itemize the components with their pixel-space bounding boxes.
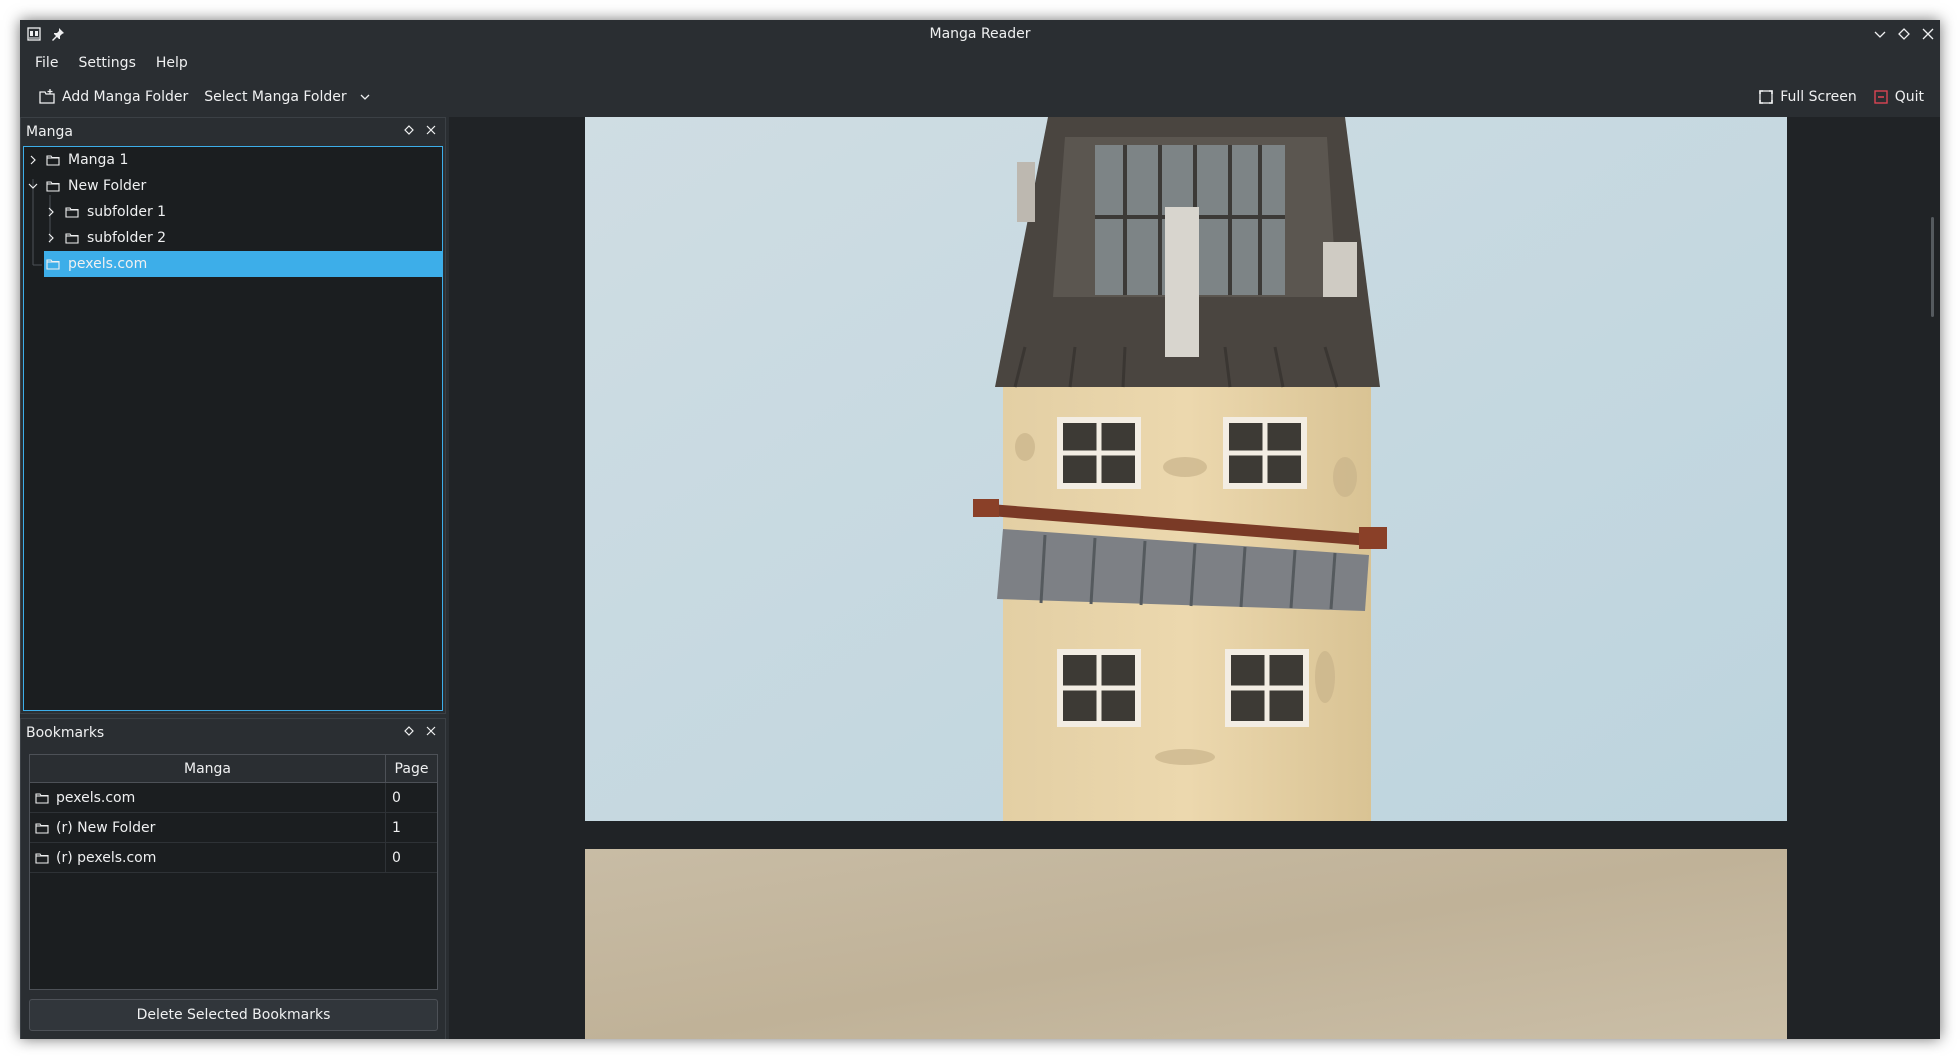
close-icon[interactable] — [425, 725, 437, 741]
window-title: Manga Reader — [929, 26, 1031, 42]
tree-item-label: subfolder 2 — [87, 230, 167, 246]
tree-item-subfolder-1[interactable]: subfolder 1 — [65, 199, 435, 225]
bookmarks-panel: Bookmarks Manga Page pexels.com 0 (r) Ne… — [20, 718, 446, 1039]
manga-panel-header[interactable]: Manga — [21, 118, 445, 146]
bookmarks-panel-header[interactable]: Bookmarks — [21, 719, 445, 747]
folder-icon — [46, 257, 60, 271]
bookmark-manga: (r) New Folder — [56, 819, 156, 836]
folder-icon — [65, 205, 79, 219]
delete-bookmarks-button[interactable]: Delete Selected Bookmarks — [29, 999, 438, 1031]
chevron-down-icon[interactable] — [28, 181, 38, 191]
menu-settings[interactable]: Settings — [68, 48, 145, 78]
table-row[interactable]: (r) pexels.com 0 — [30, 843, 437, 873]
manga-panel-title: Manga — [26, 124, 73, 140]
table-row[interactable]: (r) New Folder 1 — [30, 813, 437, 843]
bookmarks-panel-title: Bookmarks — [26, 725, 105, 741]
toolbar: Add Manga Folder Select Manga Folder Ful… — [20, 78, 1940, 116]
add-manga-folder-label: Add Manga Folder — [62, 89, 189, 105]
manga-page-viewer[interactable] — [449, 117, 1940, 1039]
menu-file[interactable]: File — [25, 48, 68, 78]
manga-page-image-next — [585, 849, 1787, 1039]
tree-item-label: subfolder 1 — [87, 204, 167, 220]
float-icon[interactable] — [403, 725, 415, 741]
chevron-right-icon[interactable] — [46, 233, 56, 243]
close-button[interactable] — [1918, 24, 1938, 44]
manga-tree[interactable]: Manga 1 New Folder subfolder 1 subfolder… — [23, 146, 443, 711]
select-manga-folder-dropdown[interactable]: Select Manga Folder — [196, 82, 378, 112]
column-header-page[interactable]: Page — [386, 755, 437, 782]
manga-page-image — [585, 117, 1787, 821]
menu-bar: File Settings Help — [20, 48, 1940, 78]
title-bar[interactable]: Manga Reader — [20, 20, 1940, 48]
folder-icon — [35, 821, 49, 835]
column-header-manga[interactable]: Manga — [30, 755, 386, 782]
bookmark-manga: pexels.com — [56, 789, 136, 806]
chevron-right-icon[interactable] — [46, 207, 56, 217]
menu-help[interactable]: Help — [146, 48, 198, 78]
chevron-down-icon — [360, 94, 370, 100]
close-icon[interactable] — [425, 124, 437, 140]
table-row[interactable]: pexels.com 0 — [30, 783, 437, 813]
tree-item-pexels[interactable]: pexels.com — [44, 251, 442, 277]
bookmark-page: 0 — [392, 789, 401, 806]
folder-icon — [35, 791, 49, 805]
folder-icon — [35, 851, 49, 865]
quit-label: Quit — [1894, 89, 1924, 105]
minimize-button[interactable] — [1870, 24, 1890, 44]
tree-item-label: Manga 1 — [68, 152, 129, 168]
folder-icon — [46, 153, 60, 167]
full-screen-icon — [1759, 90, 1773, 104]
float-icon[interactable] — [403, 124, 415, 140]
scrollbar[interactable] — [1931, 217, 1934, 317]
select-manga-folder-label: Select Manga Folder — [204, 89, 347, 105]
tree-item-label: pexels.com — [68, 256, 148, 272]
full-screen-button[interactable]: Full Screen — [1750, 82, 1865, 112]
folder-icon — [46, 179, 60, 193]
tree-item-new-folder[interactable]: New Folder — [46, 173, 436, 199]
bookmark-page: 0 — [392, 849, 401, 866]
table-header: Manga Page — [30, 755, 437, 783]
bookmarks-table[interactable]: Manga Page pexels.com 0 (r) New Folder 1… — [29, 754, 438, 990]
chevron-right-icon[interactable] — [28, 155, 38, 165]
folder-icon — [65, 231, 79, 245]
full-screen-label: Full Screen — [1780, 89, 1857, 105]
maximize-button[interactable] — [1894, 24, 1914, 44]
quit-icon — [1874, 90, 1888, 104]
bookmark-manga: (r) pexels.com — [56, 849, 157, 866]
add-manga-folder-button[interactable]: Add Manga Folder — [30, 82, 196, 112]
tree-item-label: New Folder — [68, 178, 147, 194]
tree-item-subfolder-2[interactable]: subfolder 2 — [65, 225, 435, 251]
quit-button[interactable]: Quit — [1865, 82, 1932, 112]
app-window: Manga Reader File Settings Help Add Mang… — [20, 20, 1940, 1039]
tree-item-manga-1[interactable]: Manga 1 — [46, 147, 436, 173]
manga-panel: Manga Manga 1 New Folder subfolder 1 sub… — [20, 117, 446, 714]
bookmark-page: 1 — [392, 819, 401, 836]
add-folder-icon — [39, 89, 55, 104]
